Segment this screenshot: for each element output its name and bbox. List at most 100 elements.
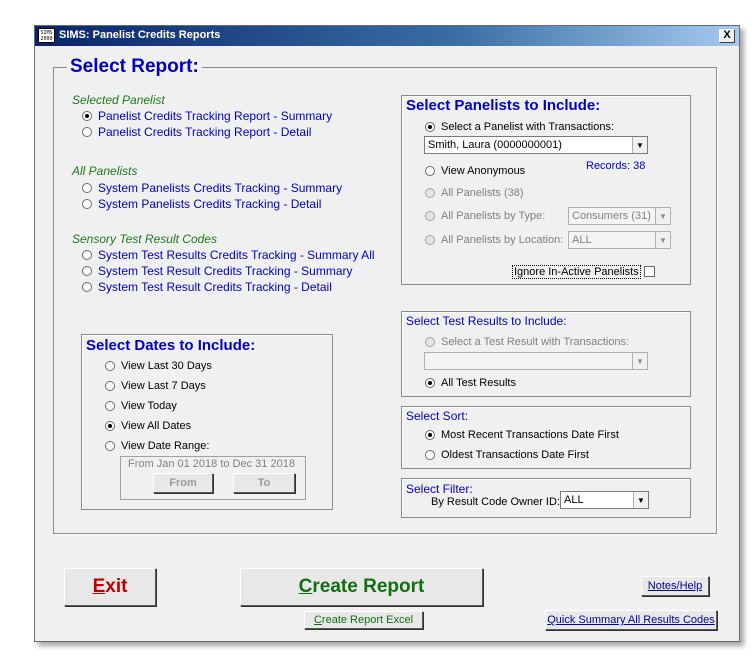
radio-icon[interactable] [105,421,115,431]
radio-icon[interactable] [105,441,115,451]
radio-icon[interactable] [82,111,92,121]
notes-help-button[interactable]: Notes/Help [641,576,709,596]
quick-summary-button[interactable]: Quick Summary All Results Codes [545,610,717,630]
date-option-label: View All Dates [121,420,192,432]
test-result-option-all[interactable]: All Test Results [425,377,516,389]
filter-owner-label: By Result Code Owner ID: [431,496,560,508]
from-date-button[interactable]: From [153,473,213,493]
radio-icon[interactable] [105,361,115,371]
report-option-test-result-detail[interactable]: System Test Result Credits Tracking - De… [82,280,332,294]
radio-icon[interactable] [425,166,435,176]
to-date-button[interactable]: To [233,473,295,493]
exit-accel: E [92,576,106,597]
create-report-excel-button[interactable]: Create Report Excel [304,611,423,629]
date-option-all-dates[interactable]: View All Dates [105,420,191,432]
report-option-label: System Test Result Credits Tracking - De… [98,280,332,294]
create-report-button[interactable]: Create Report [240,568,483,606]
report-option-system-panelists-summary[interactable]: System Panelists Credits Tracking - Summ… [82,181,342,195]
panelist-option-label: All Panelists by Location: [441,234,564,246]
sort-option-label: Oldest Transactions Date First [441,449,589,461]
radio-icon[interactable] [425,235,435,245]
panelist-select-value: Smith, Laura (0000000001) [428,139,562,151]
radio-icon[interactable] [425,122,435,132]
select-report-heading: Select Report: [67,56,202,78]
report-option-panelist-detail[interactable]: Panelist Credits Tracking Report - Detai… [82,125,311,139]
test-result-option-with-transactions[interactable]: Select a Test Result with Transactions: [425,336,629,348]
panelist-option-label: Select a Panelist with Transactions: [441,121,615,133]
panelist-type-value: Consumers (31) [572,210,651,222]
date-option-label: View Last 7 Days [121,380,206,392]
dropdown-arrow-icon[interactable]: ▼ [655,232,670,248]
report-option-label: Panelist Credits Tracking Report - Summa… [98,109,333,123]
notes-help-label: Notes/Help [647,580,703,592]
panelist-location-select[interactable]: ALL ▼ [568,231,671,249]
radio-icon[interactable] [105,381,115,391]
radio-icon[interactable] [425,188,435,198]
close-button[interactable]: X [719,29,735,43]
radio-icon[interactable] [82,282,92,292]
radio-icon[interactable] [82,266,92,276]
report-option-label: Panelist Credits Tracking Report - Detai… [98,125,312,139]
test-result-option-label: All Test Results [441,377,516,389]
radio-icon[interactable] [105,401,115,411]
ignore-inactive-label[interactable]: Ignore In-Active Panelists [512,265,641,279]
date-option-label: View Date Range: [121,440,210,452]
title-bar: SIMS 2000 SIMS: Panelist Credits Reports… [35,26,739,46]
radio-icon[interactable] [425,450,435,460]
create-report-accel: C [298,576,313,597]
date-option-today[interactable]: View Today [105,400,177,412]
date-option-last-7-days[interactable]: View Last 7 Days [105,380,206,392]
report-option-test-results-summary-all[interactable]: System Test Results Credits Tracking - S… [82,248,375,262]
ignore-inactive-checkbox[interactable] [644,266,655,277]
date-option-date-range[interactable]: View Date Range: [105,440,209,452]
dropdown-arrow-icon[interactable]: ▼ [633,492,648,508]
panelist-location-value: ALL [572,234,592,246]
report-option-label: System Test Result Credits Tracking - Su… [98,264,353,278]
radio-icon[interactable] [425,430,435,440]
date-option-label: View Today [121,400,177,412]
sort-option-oldest[interactable]: Oldest Transactions Date First [425,449,589,461]
panelist-option-by-type[interactable]: All Panelists by Type: [425,210,545,222]
radio-icon[interactable] [82,183,92,193]
radio-icon[interactable] [425,378,435,388]
panelist-option-label: All Panelists by Type: [441,210,546,222]
dropdown-arrow-icon[interactable]: ▼ [632,353,647,369]
report-option-system-panelists-detail[interactable]: System Panelists Credits Tracking - Deta… [82,197,321,211]
radio-icon[interactable] [82,199,92,209]
report-option-test-result-summary[interactable]: System Test Result Credits Tracking - Su… [82,264,353,278]
select-sort-heading: Select Sort: [406,409,469,423]
radio-icon[interactable] [425,211,435,221]
create-report-label-rest: reate Report [312,576,425,597]
panelist-option-by-location[interactable]: All Panelists by Location: [425,234,563,246]
panelist-option-with-transactions[interactable]: Select a Panelist with Transactions: [425,121,614,133]
records-count: Records: 38 [586,160,646,172]
filter-owner-value: ALL [564,494,584,506]
dropdown-arrow-icon[interactable]: ▼ [632,137,647,153]
radio-icon[interactable] [82,250,92,260]
date-option-label: View Last 30 Days [121,360,212,372]
exit-button[interactable]: Exit [64,568,156,606]
date-option-last-30-days[interactable]: View Last 30 Days [105,360,212,372]
panelist-option-view-anonymous[interactable]: View Anonymous [425,165,525,177]
filter-owner-select[interactable]: ALL ▼ [560,491,649,509]
radio-icon[interactable] [425,337,435,347]
category-sensory-test-result-codes: Sensory Test Result Codes [72,232,217,246]
dropdown-arrow-icon[interactable]: ▼ [655,208,670,224]
panelist-type-select[interactable]: Consumers (31) ▼ [568,207,671,225]
create-report-excel-label-rest: reate Report Excel [321,614,414,626]
date-range-text: From Jan 01 2018 to Dec 31 2018 [128,458,295,470]
window-title: SIMS: Panelist Credits Reports [59,29,221,41]
report-window: SIMS 2000 SIMS: Panelist Credits Reports… [34,25,740,642]
app-icon: SIMS 2000 [38,28,55,43]
report-option-label: System Panelists Credits Tracking - Deta… [98,197,322,211]
sort-option-most-recent[interactable]: Most Recent Transactions Date First [425,429,619,441]
test-result-select[interactable]: ▼ [424,352,648,370]
radio-icon[interactable] [82,127,92,137]
select-dates-heading: Select Dates to Include: [86,337,256,354]
category-selected-panelist: Selected Panelist [72,93,165,107]
panelist-select[interactable]: Smith, Laura (0000000001) ▼ [424,136,648,154]
panelist-option-all-panelists[interactable]: All Panelists (38) [425,187,524,199]
sort-option-label: Most Recent Transactions Date First [441,429,619,441]
report-option-panelist-summary[interactable]: Panelist Credits Tracking Report - Summa… [82,109,332,123]
panelist-option-label: All Panelists (38) [441,187,524,199]
